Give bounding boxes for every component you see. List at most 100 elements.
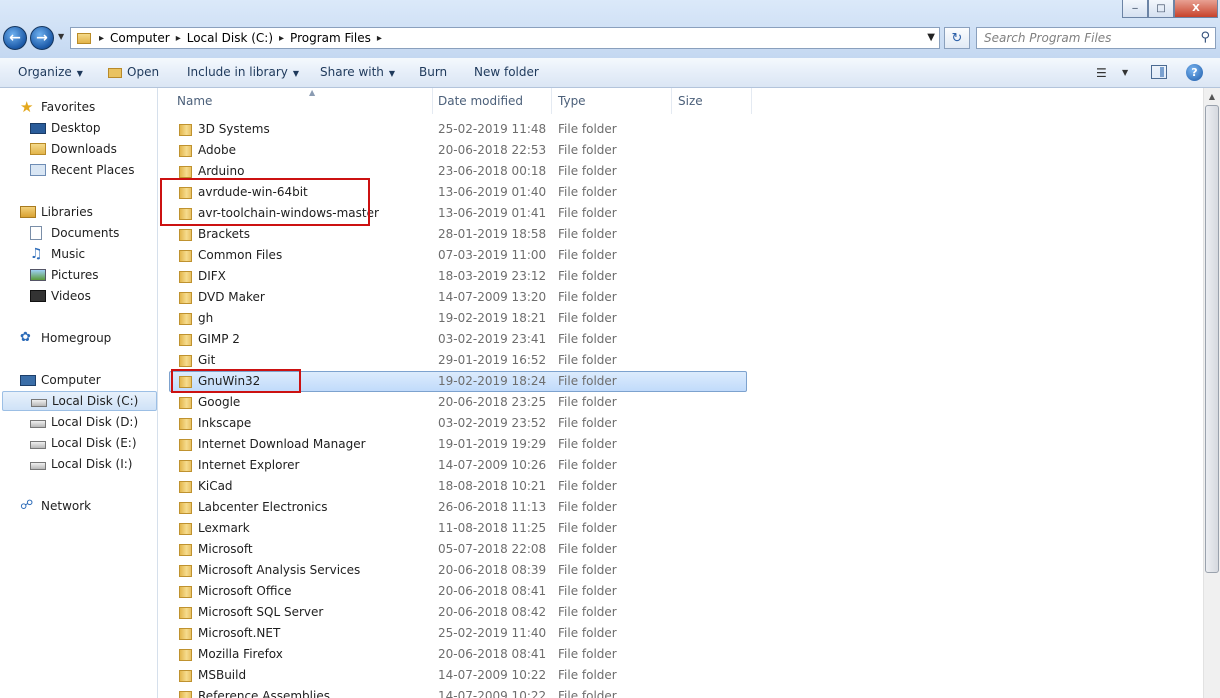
burn-button[interactable]: Burn <box>419 65 447 79</box>
file-name: gh <box>198 311 214 325</box>
file-row[interactable]: DIFX 18-03-2019 23:12 File folder <box>169 266 747 287</box>
nav-downloads[interactable]: Downloads <box>30 139 117 159</box>
file-row[interactable]: Microsoft Office 20-06-2018 08:41 File fol… <box>169 581 747 602</box>
nav-network[interactable]: ☍ Network <box>20 496 91 516</box>
file-row[interactable]: Microsoft.NET 25-02-2019 11:40 File folder <box>169 623 747 644</box>
file-list: Name ▲ Date modified Type Size 3D System… <box>159 88 1203 698</box>
file-row[interactable]: DVD Maker 14-07-2009 13:20 File folder <box>169 287 747 308</box>
search-icon[interactable]: ⚲ <box>1200 30 1210 45</box>
file-date-modified: 20-06-2018 08:41 <box>438 647 547 661</box>
maximize-button[interactable]: □ <box>1148 0 1174 18</box>
file-date-modified: 13-06-2019 01:40 <box>438 185 547 199</box>
change-view-button[interactable]: ☰ <box>1096 66 1107 80</box>
file-name: Microsoft Office <box>198 584 292 598</box>
nav-music[interactable]: ♫ Music <box>30 244 85 264</box>
breadcrumb-computer[interactable]: Computer <box>106 31 174 45</box>
recent-pages-dropdown[interactable]: ▼ <box>58 32 64 41</box>
organize-label: Organize <box>18 65 72 79</box>
minimize-button[interactable]: ‒ <box>1122 0 1148 18</box>
share-with-menu[interactable]: Share with ▼ <box>320 65 395 79</box>
file-row[interactable]: Microsoft Analysis Services 20-06-2018 08… <box>169 560 747 581</box>
file-date-modified: 26-06-2018 11:13 <box>438 500 547 514</box>
open-label: Open <box>127 65 160 79</box>
nav-favorites[interactable]: ★ Favorites <box>20 97 95 117</box>
file-date-modified: 14-07-2009 10:26 <box>438 458 547 472</box>
file-type: File folder <box>558 374 617 388</box>
close-button[interactable]: X <box>1174 0 1218 18</box>
file-row[interactable]: Microsoft SQL Server 20-06-2018 08:42 File… <box>169 602 747 623</box>
column-header-name[interactable]: Name ▲ <box>171 88 433 114</box>
file-row[interactable]: Internet Download Manager 19-01-2019 19:2… <box>169 434 747 455</box>
include-in-library-menu[interactable]: Include in library ▼ <box>187 65 299 79</box>
folder-icon <box>77 32 91 44</box>
breadcrumb-local-disk-c[interactable]: Local Disk (C:) <box>183 31 277 45</box>
view-options-dropdown[interactable]: ▼ <box>1122 68 1128 77</box>
file-date-modified: 25-02-2019 11:48 <box>438 122 547 136</box>
file-row[interactable]: 3D Systems 25-02-2019 11:48 File folder <box>169 119 747 140</box>
column-header-size[interactable]: Size <box>672 88 752 114</box>
preview-pane-button[interactable] <box>1151 65 1167 79</box>
address-bar[interactable]: ▸ Computer ▸ Local Disk (C:) ▸ Program F… <box>70 27 940 49</box>
nav-label: Network <box>41 499 92 513</box>
vertical-scrollbar[interactable]: ▲ <box>1203 88 1220 698</box>
search-input[interactable]: Search Program Files ⚲ <box>976 27 1216 49</box>
file-type: File folder <box>558 689 617 698</box>
open-button[interactable]: Open <box>108 65 159 79</box>
file-row[interactable]: Git 29-01-2019 16:52 File folder <box>169 350 747 371</box>
scroll-up-button[interactable]: ▲ <box>1204 88 1220 104</box>
nav-libraries[interactable]: Libraries <box>20 202 93 222</box>
nav-documents[interactable]: Documents <box>30 223 119 243</box>
column-header-date-modified[interactable]: Date modified <box>432 88 552 114</box>
back-button[interactable]: ← <box>3 26 27 50</box>
nav-drive-e[interactable]: Local Disk (E:) <box>30 433 137 453</box>
file-row[interactable]: Labcenter Electronics 26-06-2018 11:13 Fil… <box>169 497 747 518</box>
nav-drive-c[interactable]: Local Disk (C:) <box>2 391 157 411</box>
address-dropdown-button[interactable]: ▼ <box>927 32 935 43</box>
file-row[interactable]: MSBuild 14-07-2009 10:22 File folder <box>169 665 747 686</box>
file-date-modified: 19-01-2019 19:29 <box>438 437 547 451</box>
file-name: DVD Maker <box>198 290 265 304</box>
forward-button[interactable]: → <box>30 26 54 50</box>
file-row[interactable]: GIMP 2 03-02-2019 23:41 File folder <box>169 329 747 350</box>
file-row[interactable]: Inkscape 03-02-2019 23:52 File folder <box>169 413 747 434</box>
nav-homegroup[interactable]: ✿ Homegroup <box>20 328 111 348</box>
help-button[interactable]: ? <box>1186 64 1203 81</box>
refresh-button[interactable]: ↻ <box>944 27 970 49</box>
breadcrumb-program-files[interactable]: Program Files <box>286 31 375 45</box>
file-row[interactable]: Common Files 07-03-2019 11:00 File folder <box>169 245 747 266</box>
nav-desktop[interactable]: Desktop <box>30 118 101 138</box>
file-row[interactable]: Google 20-06-2018 23:25 File folder <box>169 392 747 413</box>
file-name: Common Files <box>198 248 283 262</box>
scrollbar-thumb[interactable] <box>1205 105 1219 573</box>
file-row[interactable]: KiCad 18-08-2018 10:21 File folder <box>169 476 747 497</box>
file-type: File folder <box>558 521 617 535</box>
file-row[interactable]: Lexmark 11-08-2018 11:25 File folder <box>169 518 747 539</box>
nav-computer[interactable]: Computer <box>20 370 101 390</box>
file-date-modified: 20-06-2018 08:42 <box>438 605 547 619</box>
file-name: Mozilla Firefox <box>198 647 283 661</box>
nav-drive-d[interactable]: Local Disk (D:) <box>30 412 138 432</box>
nav-pictures[interactable]: Pictures <box>30 265 99 285</box>
breadcrumb-separator[interactable]: ▸ <box>174 33 183 44</box>
file-type: File folder <box>558 164 617 178</box>
file-row[interactable]: gh 19-02-2019 18:21 File folder <box>169 308 747 329</box>
file-row[interactable]: Reference Assemblies 14-07-2009 10:22 File… <box>169 686 747 698</box>
homegroup-icon: ✿ <box>20 330 31 345</box>
file-row[interactable]: Internet Explorer 14-07-2009 10:26 File fo… <box>169 455 747 476</box>
breadcrumb-separator[interactable]: ▸ <box>277 33 286 44</box>
file-name: Adobe <box>198 143 236 157</box>
file-type: File folder <box>558 647 617 661</box>
file-row[interactable]: Brackets 28-01-2019 18:58 File folder <box>169 224 747 245</box>
file-row[interactable]: Microsoft 05-07-2018 22:08 File folder <box>169 539 747 560</box>
nav-recent-places[interactable]: Recent Places <box>30 160 134 180</box>
new-folder-button[interactable]: New folder <box>474 65 539 79</box>
breadcrumb-separator[interactable]: ▸ <box>97 33 106 44</box>
column-header-type[interactable]: Type <box>552 88 672 114</box>
nav-drive-i[interactable]: Local Disk (I:) <box>30 454 132 474</box>
breadcrumb-separator[interactable]: ▸ <box>375 33 384 44</box>
nav-videos[interactable]: Videos <box>30 286 91 306</box>
file-row[interactable]: Mozilla Firefox 20-06-2018 08:41 File fold… <box>169 644 747 665</box>
organize-menu[interactable]: Organize ▼ <box>18 65 83 79</box>
file-type: File folder <box>558 668 617 682</box>
file-row[interactable]: Adobe 20-06-2018 22:53 File folder <box>169 140 747 161</box>
